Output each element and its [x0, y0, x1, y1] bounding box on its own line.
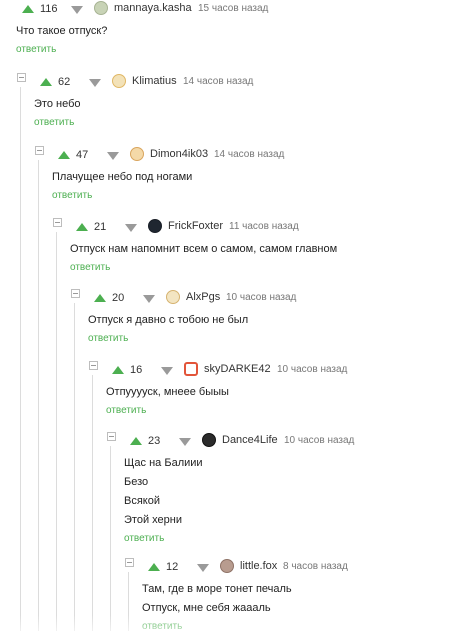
- upvote-icon[interactable]: [112, 366, 124, 374]
- comment: 23 Dance4Life 10 часов назад Щас на Балиии Б…: [0, 432, 456, 548]
- author-nickname[interactable]: mannaya.kasha: [114, 2, 192, 14]
- comment-body: Плачущее небо под ногами ответить: [0, 166, 456, 205]
- comment-text-line: Всякой: [124, 495, 160, 507]
- downvote-icon[interactable]: [143, 295, 155, 303]
- downvote-icon[interactable]: [71, 6, 83, 14]
- reply-link[interactable]: ответить: [16, 41, 456, 59]
- comment-text-line: Что такое отпуск?: [16, 25, 108, 37]
- rating-count: 21: [94, 221, 107, 233]
- comment-time[interactable]: 11 часов назад: [229, 221, 299, 232]
- comment-time[interactable]: 14 часов назад: [183, 76, 253, 87]
- avatar-dance-icon[interactable]: [202, 433, 216, 447]
- author-nickname[interactable]: FrickFoxter: [168, 220, 223, 232]
- comment-text-line: Безо: [124, 476, 149, 488]
- author-nickname[interactable]: Klimatius: [132, 75, 177, 87]
- comment-header: 47 Dimon4ik03 14 часов назад: [0, 146, 456, 166]
- avatar-skydarke-icon[interactable]: [184, 362, 198, 376]
- upvote-icon[interactable]: [130, 437, 142, 445]
- comment-time[interactable]: 10 часов назад: [277, 364, 347, 375]
- comment-thread: 116 mannaya.kasha 15 часов назад Что такое …: [0, 0, 456, 632]
- author-nickname[interactable]: little.fox: [240, 560, 277, 572]
- reply-link[interactable]: ответить: [70, 259, 456, 277]
- comment-header: 20 AlxPgs 10 часов назад: [0, 289, 456, 309]
- comment-text-line: Отпуск я давно с тобою не был: [88, 314, 249, 326]
- downvote-icon[interactable]: [107, 152, 119, 160]
- comment: 116 mannaya.kasha 15 часов назад Что такое …: [0, 0, 456, 59]
- comment-text-line: Это небо: [34, 98, 81, 110]
- reply-link[interactable]: ответить: [34, 114, 456, 132]
- rating-count: 23: [148, 435, 161, 447]
- rating-count: 20: [112, 292, 125, 304]
- avatar-littlefox-icon[interactable]: [220, 559, 234, 573]
- upvote-icon[interactable]: [94, 294, 106, 302]
- author-nickname[interactable]: AlxPgs: [186, 291, 220, 303]
- rating-count: 16: [130, 364, 143, 376]
- comment: 21 FrickFoxter 11 часов назад Отпуск нам на…: [0, 218, 456, 277]
- reply-link[interactable]: ответить: [142, 618, 456, 636]
- comment: 20 AlxPgs 10 часов назад Отпуск я давно с т…: [0, 289, 456, 348]
- comment-body: Отпууууск, мнеее быыы ответить: [0, 381, 456, 420]
- reply-link[interactable]: ответить: [52, 187, 456, 205]
- comment-text-line: Отпууууск, мнеее быыы: [106, 386, 229, 398]
- comment-body: Что такое отпуск? ответить: [0, 20, 456, 59]
- comment-body: Щас на Балиии Безо Всякой Этой херни ответит…: [0, 452, 456, 548]
- downvote-icon[interactable]: [161, 367, 173, 375]
- comment-header: 12 little.fox 8 часов назад: [0, 558, 456, 578]
- avatar-alxpgs-icon[interactable]: [166, 290, 180, 304]
- comment-text-line: Этой херни: [124, 514, 182, 526]
- comment-body: Отпуск нам напомнит всем о самом, самом …: [0, 238, 456, 277]
- downvote-icon[interactable]: [179, 438, 191, 446]
- comment-text-line: Плачущее небо под ногами: [52, 171, 193, 183]
- comment: 47 Dimon4ik03 14 часов назад Плачущее небо …: [0, 146, 456, 205]
- reply-link[interactable]: ответить: [88, 330, 456, 348]
- rating-count: 62: [58, 76, 71, 88]
- avatar-kasha-icon[interactable]: [94, 1, 108, 15]
- comment-header: 62 Klimatius 14 часов назад: [0, 73, 456, 93]
- author-nickname[interactable]: Dimon4ik03: [150, 148, 208, 160]
- avatar-klimatius-icon[interactable]: [112, 74, 126, 88]
- avatar-dimon-icon[interactable]: [130, 147, 144, 161]
- comment-time[interactable]: 8 часов назад: [283, 561, 348, 572]
- downvote-icon[interactable]: [197, 564, 209, 572]
- comment: 62 Klimatius 14 часов назад Это небо ответит…: [0, 73, 456, 132]
- rating-count: 116: [40, 3, 58, 15]
- comment-body: Это небо ответить: [0, 93, 456, 132]
- comment-body: Там, где в море тонет печаль Отпуск, мне …: [0, 578, 456, 636]
- comment-header: 116 mannaya.kasha 15 часов назад: [0, 0, 456, 20]
- upvote-icon[interactable]: [22, 5, 34, 13]
- reply-link[interactable]: ответить: [124, 530, 456, 548]
- upvote-icon[interactable]: [40, 78, 52, 86]
- comment-time[interactable]: 10 часов назад: [284, 435, 354, 446]
- comment-time[interactable]: 14 часов назад: [214, 149, 284, 160]
- author-nickname[interactable]: Dance4Life: [222, 434, 278, 446]
- comment-text-line: Там, где в море тонет печаль: [142, 583, 292, 595]
- rating-count: 12: [166, 561, 179, 573]
- reply-link[interactable]: ответить: [106, 402, 456, 420]
- comment-time[interactable]: 10 часов назад: [226, 292, 296, 303]
- comment-header: 16 skyDARKE42 10 часов назад: [0, 361, 456, 381]
- comment: 12 little.fox 8 часов назад Там, где в море…: [0, 558, 456, 636]
- comment-body: Отпуск я давно с тобою не был ответить: [0, 309, 456, 348]
- upvote-icon[interactable]: [148, 563, 160, 571]
- comment-text-line: Отпуск нам напомнит всем о самом, самом …: [70, 243, 338, 255]
- comment-text-line: Отпуск, мне себя жаааль: [142, 602, 271, 614]
- downvote-icon[interactable]: [89, 79, 101, 87]
- comment-time[interactable]: 15 часов назад: [198, 3, 268, 14]
- comment-text-line: Щас на Балиии: [124, 457, 203, 469]
- upvote-icon[interactable]: [76, 223, 88, 231]
- downvote-icon[interactable]: [125, 224, 137, 232]
- rating-count: 47: [76, 149, 89, 161]
- comment: 16 skyDARKE42 10 часов назад Отпууууск, мне…: [0, 361, 456, 420]
- comment-header: 23 Dance4Life 10 часов назад: [0, 432, 456, 452]
- author-nickname[interactable]: skyDARKE42: [204, 363, 271, 375]
- comment-header: 21 FrickFoxter 11 часов назад: [0, 218, 456, 238]
- avatar-frick-icon[interactable]: [148, 219, 162, 233]
- upvote-icon[interactable]: [58, 151, 70, 159]
